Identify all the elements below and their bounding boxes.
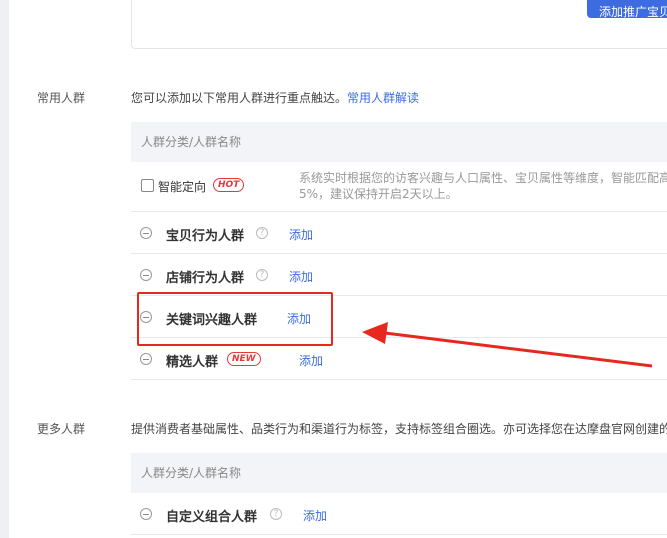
annotation-arrow bbox=[362, 322, 653, 368]
